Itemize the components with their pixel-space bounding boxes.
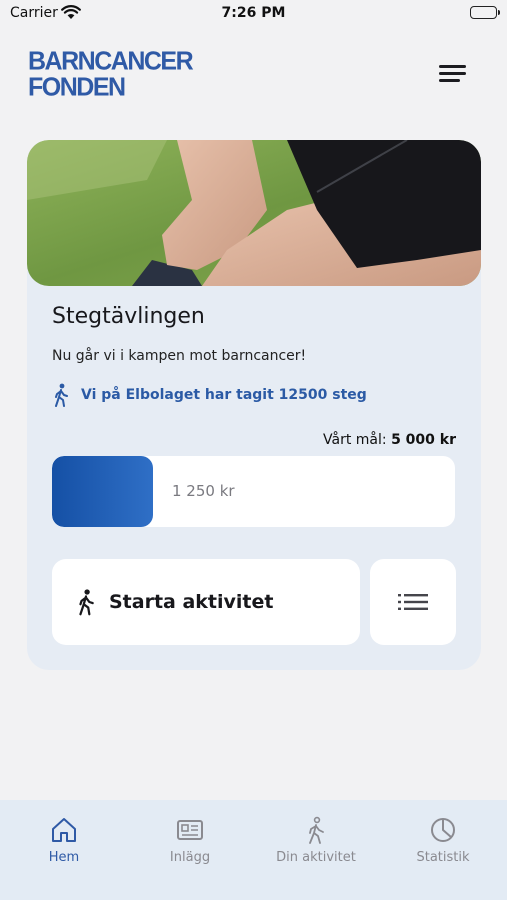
clock: 7:26 PM	[221, 5, 286, 21]
start-activity-button[interactable]: Starta aktivitet	[52, 559, 360, 645]
hero-image	[27, 140, 481, 286]
list-icon	[398, 594, 428, 610]
logo-line-2: FONDEN	[28, 72, 126, 102]
news-icon	[177, 820, 203, 840]
campaign-card: Stegtävlingen Nu går vi i kampen mot bar…	[27, 140, 481, 670]
steps-summary: Vi på Elbolaget har tagit 12500 steg	[52, 382, 367, 408]
progress-fill	[52, 456, 153, 527]
bottom-navigation: Hem Inlägg Din aktivitet Statistik	[0, 800, 507, 900]
steps-text: Vi på Elbolaget har tagit 12500 steg	[81, 387, 367, 403]
raised-amount: 1 250 kr	[172, 482, 235, 500]
walking-icon	[309, 816, 324, 844]
fundraising-progress-bar: 1 250 kr	[52, 456, 455, 527]
tab-din-aktivitet[interactable]: Din aktivitet	[253, 816, 379, 886]
tab-statistik[interactable]: Statistik	[380, 816, 506, 886]
barncancerfonden-logo: BARNCANCER FONDEN	[28, 46, 194, 102]
logo-line-1: BARNCANCER	[28, 46, 194, 76]
tab-inlagg[interactable]: Inlägg	[127, 816, 253, 886]
activity-list-button[interactable]	[370, 559, 456, 645]
tab-label: Statistik	[416, 850, 470, 865]
tab-hem[interactable]: Hem	[1, 816, 127, 886]
tab-label: Din aktivitet	[276, 850, 356, 865]
start-activity-label: Starta aktivitet	[109, 591, 274, 613]
goal-title: Vårt mål:	[323, 432, 387, 448]
walking-icon	[79, 589, 94, 616]
status-bar: Carrier 7:26 PM	[0, 0, 507, 28]
goal-label: Vårt mål: 5 000 kr	[323, 432, 456, 448]
walking-icon	[55, 383, 68, 407]
tab-label: Hem	[48, 850, 80, 865]
pie-chart-icon	[431, 818, 455, 842]
battery-icon	[470, 6, 500, 19]
goal-amount: 5 000 kr	[391, 432, 456, 448]
campaign-title: Stegtävlingen	[52, 304, 205, 329]
hamburger-menu-icon[interactable]	[437, 62, 469, 86]
tab-label: Inlägg	[169, 850, 211, 865]
campaign-subtitle: Nu går vi i kampen mot barncancer!	[52, 348, 307, 364]
home-icon	[52, 818, 76, 842]
